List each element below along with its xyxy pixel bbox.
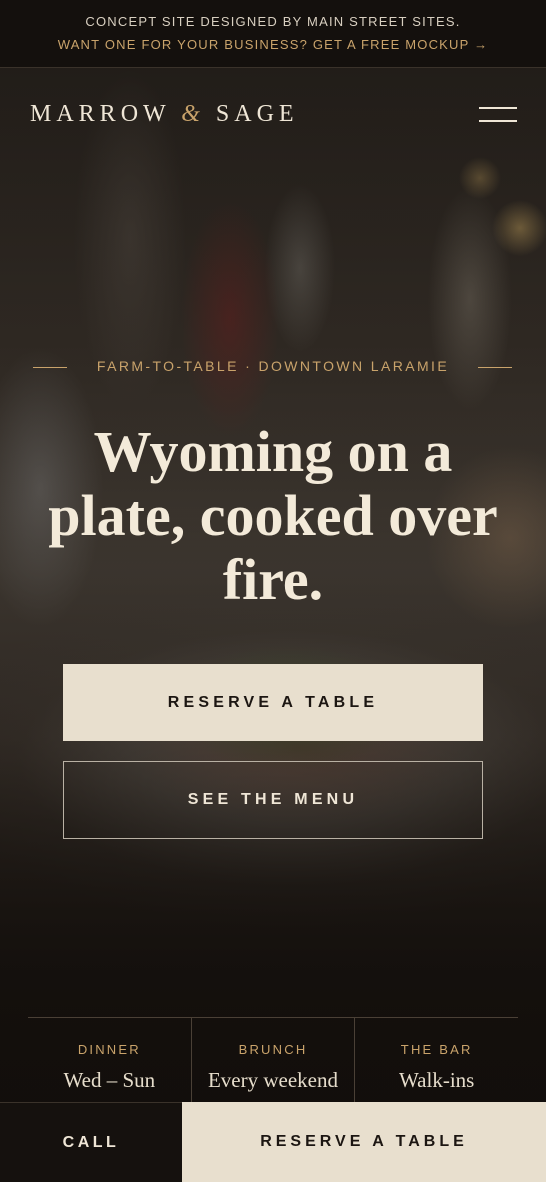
info-label: THE BAR bbox=[400, 1042, 473, 1057]
eyebrow-divider-right bbox=[478, 367, 512, 368]
hamburger-line bbox=[479, 120, 517, 122]
hero-eyebrow: FARM-TO-TABLE · DOWNTOWN LARAMIE bbox=[0, 358, 546, 378]
reserve-table-button[interactable]: RESERVE A TABLE bbox=[63, 664, 483, 741]
sticky-bottom-bar: CALL RESERVE A TABLE bbox=[0, 1102, 546, 1182]
info-brunch: BRUNCH Every weekend bbox=[190, 1018, 355, 1107]
hamburger-line bbox=[479, 107, 517, 109]
logo-ampersand: & bbox=[181, 101, 205, 127]
bottom-reserve-button[interactable]: RESERVE A TABLE bbox=[182, 1102, 546, 1182]
hours-info-strip: DINNER Wed – Sun BRUNCH Every weekend TH… bbox=[28, 1017, 518, 1107]
promo-mockup-link[interactable]: WANT ONE FOR YOUR BUSINESS? GET A FREE M… bbox=[0, 37, 546, 52]
info-label: DINNER bbox=[77, 1042, 141, 1057]
promo-banner[interactable]: CONCEPT SITE DESIGNED BY MAIN STREET SIT… bbox=[0, 0, 546, 68]
see-menu-button[interactable]: SEE THE MENU bbox=[63, 761, 483, 839]
hamburger-icon[interactable] bbox=[476, 103, 520, 129]
info-value: Wed – Sun bbox=[63, 1068, 156, 1092]
logo-word-sage: SAGE bbox=[215, 101, 299, 127]
hero-overlay bbox=[0, 68, 546, 1182]
info-value: Every weekend bbox=[207, 1068, 339, 1092]
info-bar: THE BAR Walk-ins bbox=[354, 1018, 518, 1107]
site-logo[interactable]: MARROW & SAGE bbox=[30, 101, 299, 128]
info-value: Walk-ins bbox=[399, 1068, 475, 1092]
info-label: BRUNCH bbox=[238, 1042, 308, 1057]
info-dinner: DINNER Wed – Sun bbox=[28, 1018, 191, 1107]
logo-word-marrow: MARROW bbox=[30, 101, 171, 127]
eyebrow-text: FARM-TO-TABLE · DOWNTOWN LARAMIE bbox=[96, 358, 450, 374]
call-button[interactable]: CALL bbox=[0, 1102, 182, 1182]
promo-text: CONCEPT SITE DESIGNED BY MAIN STREET SIT… bbox=[85, 14, 461, 29]
hero-headline: Wyoming on a plate, cooked over fire. bbox=[48, 419, 498, 612]
